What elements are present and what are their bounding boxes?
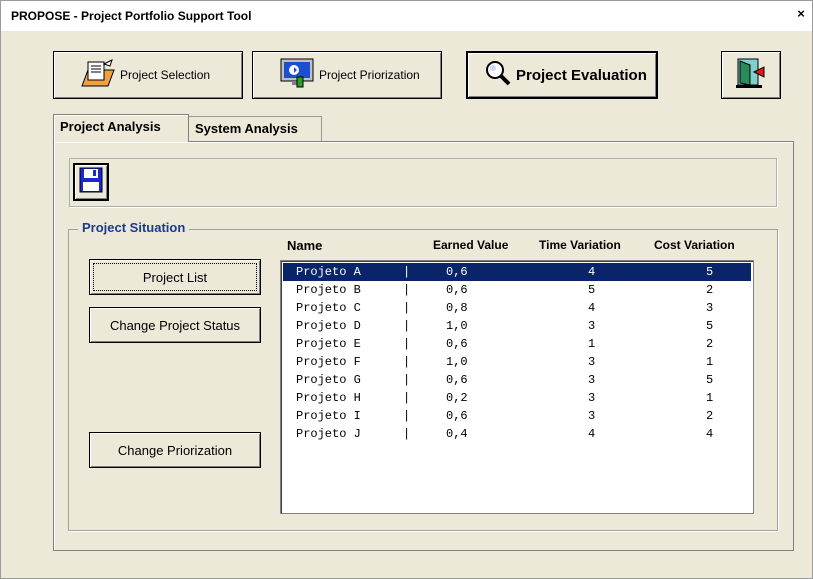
column-separator: | bbox=[403, 391, 411, 405]
save-button[interactable] bbox=[73, 163, 109, 201]
earned-value: 0,6 bbox=[446, 283, 468, 297]
list-item[interactable]: Projeto B | 0,6 5 2 bbox=[283, 281, 751, 299]
project-selection-button[interactable]: Project Selection bbox=[53, 51, 243, 99]
cost-variation: 2 bbox=[706, 337, 714, 351]
time-variation: 1 bbox=[588, 337, 596, 351]
change-project-status-label: Change Project Status bbox=[109, 317, 241, 333]
project-name: Projeto I bbox=[296, 409, 361, 423]
close-button[interactable]: × bbox=[794, 7, 808, 21]
project-name: Projeto A bbox=[296, 265, 361, 279]
cost-variation: 5 bbox=[706, 373, 714, 387]
column-header-name: Name bbox=[287, 238, 323, 253]
project-list-button[interactable]: Project List bbox=[89, 259, 261, 295]
project-situation-legend: Project Situation bbox=[78, 220, 190, 235]
tab-system-analysis[interactable]: System Analysis bbox=[188, 116, 322, 141]
earned-value: 0,6 bbox=[446, 265, 468, 279]
earned-value: 0,8 bbox=[446, 301, 468, 315]
list-item[interactable]: Projeto D | 1,0 3 5 bbox=[283, 317, 751, 335]
earned-value: 0,6 bbox=[446, 409, 468, 423]
column-separator: | bbox=[403, 409, 411, 423]
column-header-earned-value: Earned Value bbox=[433, 238, 509, 252]
list-item[interactable]: Projeto C | 0,8 4 3 bbox=[283, 299, 751, 317]
list-item[interactable]: Projeto A | 0,6 4 5 bbox=[283, 263, 751, 281]
column-separator: | bbox=[403, 265, 411, 279]
column-separator: | bbox=[403, 373, 411, 387]
earned-value: 0,4 bbox=[446, 427, 468, 441]
earned-value: 0,6 bbox=[446, 337, 468, 351]
column-separator: | bbox=[403, 301, 411, 315]
window-title: PROPOSE - Project Portfolio Support Tool bbox=[11, 9, 252, 23]
earned-value: 1,0 bbox=[446, 355, 468, 369]
cost-variation: 5 bbox=[706, 265, 714, 279]
project-evaluation-button[interactable]: Project Evaluation bbox=[466, 51, 658, 99]
folder-select-icon bbox=[80, 58, 116, 93]
time-variation: 3 bbox=[588, 355, 596, 369]
project-name: Projeto B bbox=[296, 283, 361, 297]
project-name: Projeto G bbox=[296, 373, 361, 387]
project-name: Projeto F bbox=[296, 355, 361, 369]
list-item[interactable]: Projeto H | 0,2 3 1 bbox=[283, 389, 751, 407]
column-separator: | bbox=[403, 283, 411, 297]
change-project-status-button[interactable]: Change Project Status bbox=[89, 307, 261, 343]
project-list-label: Project List bbox=[142, 269, 208, 285]
earned-value: 1,0 bbox=[446, 319, 468, 333]
time-variation: 4 bbox=[588, 265, 596, 279]
project-priorization-button[interactable]: Project Priorization bbox=[252, 51, 442, 99]
time-variation: 4 bbox=[588, 427, 596, 441]
toolbar-frame bbox=[69, 158, 777, 207]
list-item[interactable]: Projeto I | 0,6 3 2 bbox=[283, 407, 751, 425]
floppy-save-icon bbox=[79, 167, 103, 198]
column-separator: | bbox=[403, 355, 411, 369]
time-variation: 5 bbox=[588, 283, 596, 297]
list-item[interactable]: Projeto F | 1,0 3 1 bbox=[283, 353, 751, 371]
magnifier-icon bbox=[484, 59, 512, 92]
list-item[interactable]: Projeto G | 0,6 3 5 bbox=[283, 371, 751, 389]
list-item[interactable]: Projeto E | 0,6 1 2 bbox=[283, 335, 751, 353]
title-bar: PROPOSE - Project Portfolio Support Tool… bbox=[1, 1, 812, 31]
cost-variation: 4 bbox=[706, 427, 714, 441]
time-variation: 3 bbox=[588, 319, 596, 333]
cost-variation: 3 bbox=[706, 301, 714, 315]
column-separator: | bbox=[403, 337, 411, 351]
time-variation: 3 bbox=[588, 409, 596, 423]
project-name: Projeto J bbox=[296, 427, 361, 441]
project-priorization-label: Project Priorization bbox=[319, 68, 420, 82]
exit-button[interactable] bbox=[721, 51, 781, 99]
column-separator: | bbox=[403, 319, 411, 333]
monitor-priorization-icon bbox=[279, 57, 315, 94]
cost-variation: 2 bbox=[706, 283, 714, 297]
cost-variation: 1 bbox=[706, 355, 714, 369]
column-header-time-variation: Time Variation bbox=[539, 238, 621, 252]
column-separator: | bbox=[403, 427, 411, 441]
change-priorization-label: Change Priorization bbox=[117, 442, 233, 458]
project-selection-label: Project Selection bbox=[120, 68, 211, 82]
earned-value: 0,2 bbox=[446, 391, 468, 405]
time-variation: 3 bbox=[588, 391, 596, 405]
project-evaluation-label: Project Evaluation bbox=[516, 66, 647, 84]
earned-value: 0,6 bbox=[446, 373, 468, 387]
time-variation: 3 bbox=[588, 373, 596, 387]
cost-variation: 2 bbox=[706, 409, 714, 423]
tab-project-analysis[interactable]: Project Analysis bbox=[53, 114, 189, 142]
project-name: Projeto C bbox=[296, 301, 361, 315]
project-name: Projeto D bbox=[296, 319, 361, 333]
time-variation: 4 bbox=[588, 301, 596, 315]
project-name: Projeto E bbox=[296, 337, 361, 351]
exit-door-icon bbox=[734, 57, 768, 94]
list-item[interactable]: Projeto J | 0,4 4 4 bbox=[283, 425, 751, 443]
app-window: PROPOSE - Project Portfolio Support Tool… bbox=[0, 0, 813, 579]
project-name: Projeto H bbox=[296, 391, 361, 405]
project-listbox[interactable]: Projeto A | 0,6 4 5 Projeto B | 0,6 5 2 Projeto C |… bbox=[280, 260, 754, 514]
column-header-cost-variation: Cost Variation bbox=[654, 238, 735, 252]
cost-variation: 1 bbox=[706, 391, 714, 405]
change-priorization-button[interactable]: Change Priorization bbox=[89, 432, 261, 468]
cost-variation: 5 bbox=[706, 319, 714, 333]
